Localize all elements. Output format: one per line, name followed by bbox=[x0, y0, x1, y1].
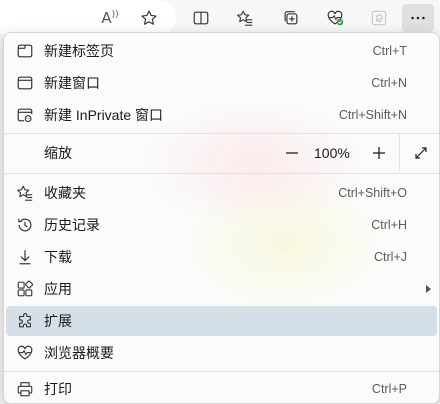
menu-item-label: 收藏夹 bbox=[44, 185, 86, 201]
menu-item-label: 下载 bbox=[44, 249, 72, 265]
submenu-arrow-icon bbox=[426, 285, 431, 293]
zoom-in-button[interactable] bbox=[367, 141, 391, 165]
full-screen-button[interactable] bbox=[409, 141, 433, 165]
download-icon bbox=[16, 248, 34, 266]
menu-item-print[interactable]: 打印 Ctrl+P bbox=[6, 374, 437, 404]
menu-item-label: 打印 bbox=[44, 381, 72, 397]
read-aloud-button[interactable]: A)) bbox=[96, 4, 124, 32]
extensions-icon bbox=[16, 312, 34, 330]
read-aloud-icon: A)) bbox=[101, 9, 119, 27]
new-window-icon bbox=[16, 74, 34, 92]
split-screen-button[interactable] bbox=[187, 4, 215, 32]
menu-item-shortcut: Ctrl+Shift+N bbox=[338, 108, 407, 122]
add-favorite-button[interactable] bbox=[135, 4, 163, 32]
settings-menu: 新建标签页 Ctrl+T 新建窗口 Ctrl+N 新建 InPrivate 窗口… bbox=[3, 32, 440, 404]
menu-divider bbox=[4, 371, 439, 372]
menu-item-browser-essentials[interactable]: 浏览器概要 bbox=[6, 338, 437, 368]
favorites-icon bbox=[16, 184, 34, 202]
more-icon bbox=[411, 16, 425, 20]
menu-item-label: 扩展 bbox=[44, 313, 72, 329]
browser-essentials-icon bbox=[327, 10, 344, 26]
menu-item-new-inprivate[interactable]: 新建 InPrivate 窗口 Ctrl+Shift+N bbox=[6, 100, 437, 130]
inprivate-window-icon bbox=[16, 106, 34, 124]
menu-item-apps[interactable]: 应用 bbox=[6, 274, 437, 304]
menu-item-shortcut: Ctrl+T bbox=[372, 44, 407, 58]
new-tab-icon bbox=[16, 42, 34, 60]
menu-item-label: 新建 InPrivate 窗口 bbox=[44, 107, 164, 123]
zoom-divider bbox=[399, 134, 400, 172]
menu-item-shortcut: Ctrl+H bbox=[371, 218, 407, 232]
collections-button[interactable] bbox=[277, 4, 305, 32]
split-screen-icon bbox=[193, 11, 209, 25]
menu-item-label: 历史记录 bbox=[44, 217, 100, 233]
menu-item-new-window[interactable]: 新建窗口 Ctrl+N bbox=[6, 68, 437, 98]
favorites-icon bbox=[237, 10, 253, 26]
menu-item-new-tab[interactable]: 新建标签页 Ctrl+T bbox=[6, 36, 437, 66]
history-icon bbox=[16, 216, 34, 234]
browser-essentials-button[interactable] bbox=[321, 4, 349, 32]
favorites-button[interactable] bbox=[231, 4, 259, 32]
zoom-level: 100% bbox=[314, 145, 350, 161]
collections-icon bbox=[284, 11, 298, 25]
menu-divider bbox=[4, 133, 439, 134]
menu-item-shortcut: Ctrl+J bbox=[374, 250, 407, 264]
menu-divider bbox=[4, 173, 439, 174]
menu-item-label: 浏览器概要 bbox=[44, 345, 114, 361]
zoom-label: 缩放 bbox=[44, 145, 72, 161]
menu-item-label: 新建标签页 bbox=[44, 43, 114, 59]
ie-mode-icon bbox=[371, 10, 387, 26]
menu-item-label: 应用 bbox=[44, 281, 72, 297]
print-icon bbox=[16, 380, 34, 398]
menu-item-zoom: 缩放 100% bbox=[6, 134, 437, 172]
menu-item-shortcut: Ctrl+N bbox=[371, 76, 407, 90]
full-screen-icon bbox=[415, 147, 427, 159]
ie-mode-button[interactable] bbox=[365, 4, 393, 32]
menu-item-favorites[interactable]: 收藏夹 Ctrl+Shift+O bbox=[6, 178, 437, 208]
menu-item-shortcut: Ctrl+Shift+O bbox=[338, 186, 407, 200]
plus-icon bbox=[373, 147, 385, 159]
zoom-out-button[interactable] bbox=[280, 141, 304, 165]
menu-item-label: 新建窗口 bbox=[44, 75, 100, 91]
menu-item-extensions[interactable]: 扩展 bbox=[6, 306, 437, 336]
menu-item-history[interactable]: 历史记录 Ctrl+H bbox=[6, 210, 437, 240]
browser-toolbar: A)) bbox=[0, 0, 440, 36]
apps-icon bbox=[16, 280, 34, 298]
menu-item-shortcut: Ctrl+P bbox=[371, 382, 407, 396]
menu-item-downloads[interactable]: 下载 Ctrl+J bbox=[6, 242, 437, 272]
browser-essentials-icon bbox=[16, 344, 34, 362]
minus-icon bbox=[286, 152, 298, 154]
settings-and-more-button[interactable] bbox=[402, 4, 434, 32]
favorite-star-icon bbox=[141, 10, 157, 25]
